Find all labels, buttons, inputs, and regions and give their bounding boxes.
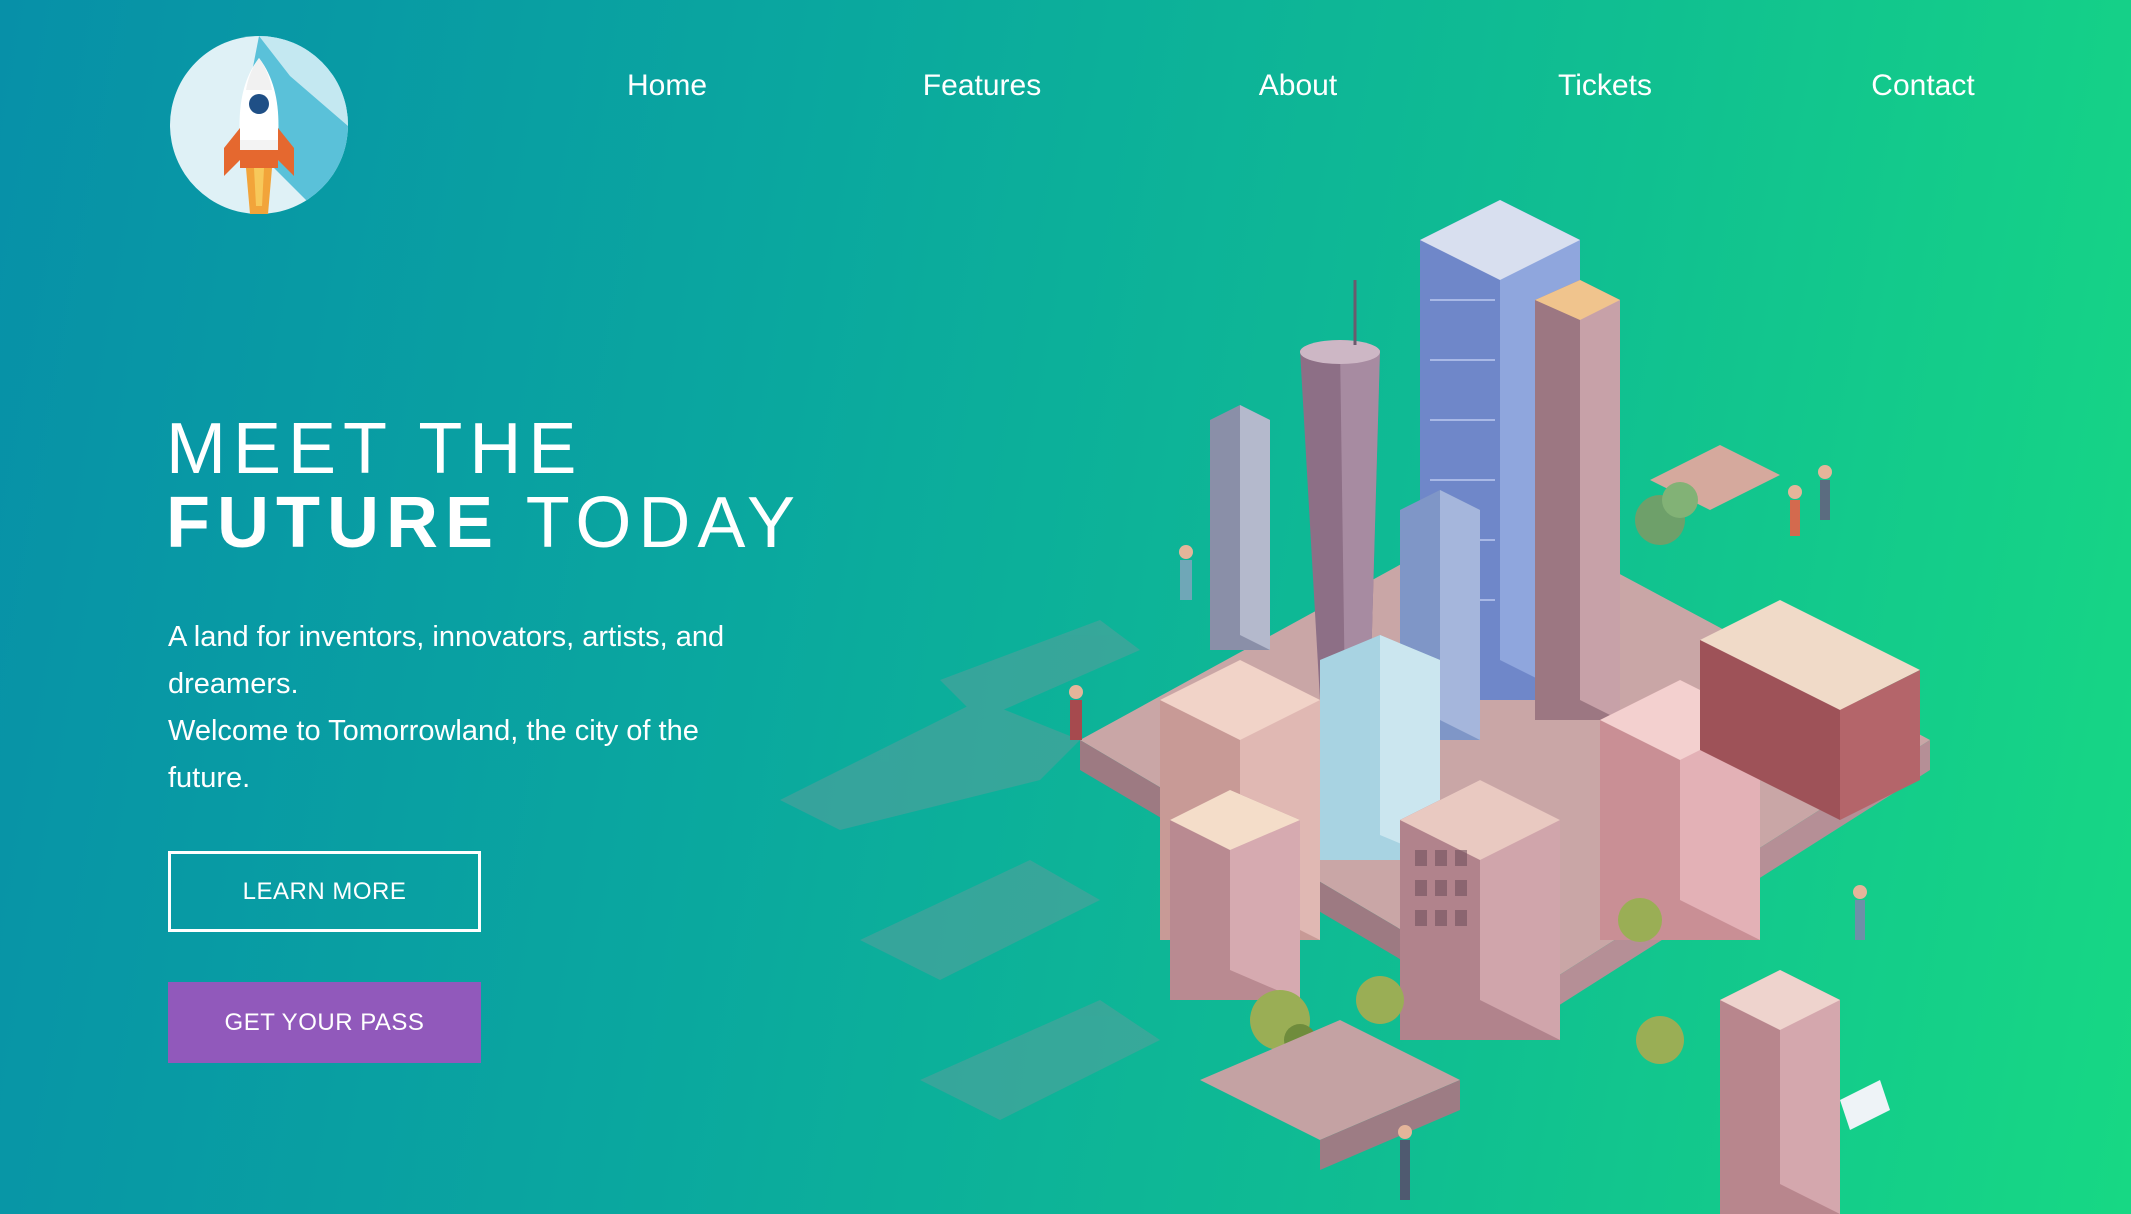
get-pass-button[interactable]: GET YOUR PASS (168, 982, 481, 1063)
hero-title: MEET THE FUTURE TODAY (166, 412, 802, 560)
nav-about[interactable]: About (1259, 66, 1337, 106)
learn-more-button[interactable]: LEARN MORE (168, 851, 481, 932)
landing-page: Home Features About Tickets Contact MEET… (0, 0, 2131, 1214)
nav-features[interactable]: Features (923, 66, 1041, 106)
hero-description-line1: A land for inventors, innovators, artist… (168, 621, 725, 700)
main-nav: Home Features About Tickets Contact (0, 66, 2131, 106)
logo[interactable] (170, 36, 348, 214)
nav-contact[interactable]: Contact (1871, 66, 1974, 106)
city-illustration (780, 180, 1980, 1214)
hero-description-line2: Welcome to Tomorrowland, the city of the… (168, 715, 699, 794)
hero-title-bold: FUTURE (166, 483, 500, 563)
hero-title-light: TODAY (499, 483, 803, 563)
isometric-city-image (780, 200, 1930, 1214)
nav-tickets[interactable]: Tickets (1558, 66, 1652, 106)
nav-home[interactable]: Home (627, 66, 707, 106)
hero-description: A land for inventors, innovators, artist… (168, 614, 768, 802)
rocket-icon (170, 36, 348, 214)
hero-title-line1: MEET THE (166, 409, 584, 489)
hero-title-line2: FUTURE TODAY (166, 486, 802, 560)
